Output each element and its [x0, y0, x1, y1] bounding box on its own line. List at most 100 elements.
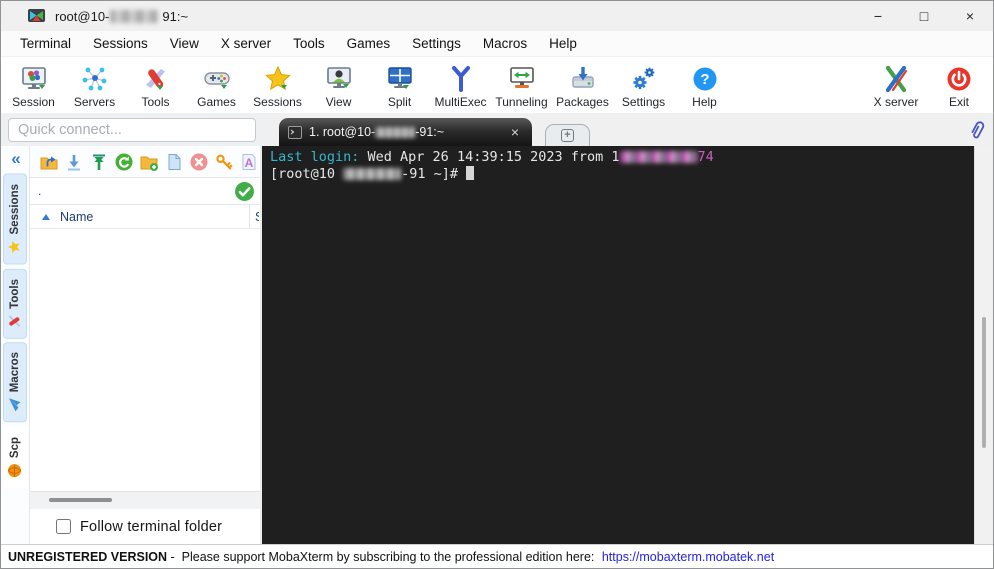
sidebar-tab-label: Tools: [9, 278, 21, 309]
scrollbar-thumb[interactable]: [49, 498, 112, 502]
follow-terminal-row: Follow terminal folder: [30, 508, 260, 544]
toolbar-label: Packages: [556, 95, 609, 109]
close-icon[interactable]: ×: [507, 123, 523, 141]
sidebar-tab-label: Scp: [9, 436, 21, 458]
collapse-sidebar-button[interactable]: «: [1, 146, 29, 172]
sidebar-tab-label: Macros: [9, 352, 21, 393]
tab-session-1[interactable]: 1. root@10- -91:~ ×: [279, 118, 532, 146]
toolbar-help-button[interactable]: ? Help: [674, 61, 735, 109]
status-bar: UNREGISTERED VERSION - Please support Mo…: [1, 544, 993, 568]
connect-tab-row: 1. root@10--91:~ × +: [1, 113, 993, 146]
menu-view[interactable]: View: [159, 31, 210, 57]
check-circle-icon[interactable]: [234, 181, 255, 202]
scrollbar-thumb[interactable]: [982, 317, 986, 449]
main-area: « Sessions Tools Macros Scp A . Name Fol…: [1, 146, 993, 544]
toolbar-label: Sessions: [253, 95, 302, 109]
column-size-header[interactable]: S: [249, 205, 259, 228]
maximize-button[interactable]: □: [901, 1, 947, 31]
paper-plane-icon: [8, 398, 23, 413]
mobaxterm-window: root@10- 91:~ − □ × Terminal Sessions Vie…: [0, 0, 994, 569]
follow-terminal-checkbox[interactable]: [56, 519, 71, 534]
terminal-line: Last login: Wed Apr 26 14:39:15 2023 fro…: [270, 149, 714, 165]
menu-x-server[interactable]: X server: [210, 31, 282, 57]
download-icon[interactable]: [62, 150, 85, 174]
minimize-button[interactable]: −: [855, 1, 901, 31]
new-tab-button[interactable]: +: [545, 124, 590, 146]
terminal-scrollbar[interactable]: [974, 146, 993, 544]
toolbar-label: MultiExec: [434, 95, 487, 109]
toolbar-split-button[interactable]: Split: [369, 61, 430, 109]
tunneling-icon: [507, 64, 537, 94]
sidebar-tab-macros[interactable]: Macros: [3, 342, 27, 423]
follow-terminal-label[interactable]: Follow terminal folder: [80, 519, 222, 535]
menu-sessions[interactable]: Sessions: [82, 31, 159, 57]
new-file-icon[interactable]: [162, 150, 185, 174]
games-icon: [202, 64, 232, 94]
sort-ascending-icon: [42, 213, 50, 220]
svg-text:A: A: [244, 156, 253, 170]
toolbar-multiexec-button[interactable]: MultiExec: [430, 61, 491, 109]
menu-tools[interactable]: Tools: [282, 31, 336, 57]
sidebar-tab-scp[interactable]: Scp: [3, 426, 27, 488]
sftp-column-header[interactable]: Name S: [30, 205, 260, 229]
toolbar-tunneling-button[interactable]: Tunneling: [491, 61, 552, 109]
upload-icon[interactable]: [87, 150, 110, 174]
tools-icon: [141, 64, 171, 94]
menu-macros[interactable]: Macros: [472, 31, 538, 57]
sftp-path-input[interactable]: [30, 178, 260, 204]
toolbar-view-button[interactable]: View: [308, 61, 369, 109]
toolbar-sessions-button[interactable]: Sessions: [247, 61, 308, 109]
toolbar-packages-button[interactable]: Packages: [552, 61, 613, 109]
column-name-header[interactable]: Name: [60, 210, 93, 224]
star-icon: [8, 240, 23, 255]
key-permissions-icon[interactable]: [212, 150, 235, 174]
redacted-tab-text: [375, 126, 416, 138]
tab-bar: 1. root@10- -91:~ × +: [263, 113, 993, 146]
sidebar-tab-sessions[interactable]: Sessions: [3, 174, 27, 265]
toolbar-xserver-button[interactable]: X server: [861, 61, 931, 109]
toolbar-label: Split: [387, 95, 412, 109]
redacted-title-text: [110, 9, 159, 23]
menu-terminal[interactable]: Terminal: [9, 31, 82, 57]
edit-font-icon[interactable]: A: [237, 150, 260, 174]
new-folder-icon[interactable]: [137, 150, 160, 174]
terminal-cursor: [466, 166, 475, 180]
help-icon: ?: [690, 64, 720, 94]
sftp-toolbar: A: [30, 146, 260, 178]
close-button[interactable]: ×: [947, 1, 993, 31]
terminal-line: [root@10 -91 ~]#: [270, 166, 974, 183]
menu-games[interactable]: Games: [336, 31, 402, 57]
mobatek-link[interactable]: https://mobaxterm.mobatek.net: [602, 550, 774, 564]
quick-connect-zone: [1, 113, 263, 146]
toolbar-tools-button[interactable]: Tools: [125, 61, 186, 109]
tab-title: 1. root@10- -91:~: [309, 125, 445, 139]
split-icon: [385, 64, 415, 94]
folder-up-icon[interactable]: [37, 150, 60, 174]
delete-icon[interactable]: [187, 150, 210, 174]
plus-icon: +: [561, 129, 574, 142]
sidebar-tab-tools[interactable]: Tools: [3, 268, 27, 339]
sessions-star-icon: [263, 64, 293, 94]
toolbar-settings-button[interactable]: Settings: [613, 61, 674, 109]
sftp-horizontal-scrollbar[interactable]: [30, 491, 260, 508]
refresh-icon[interactable]: [112, 150, 135, 174]
toolbar-servers-button[interactable]: Servers: [64, 61, 125, 109]
sftp-panel: A Name S Follow terminal folder: [29, 146, 262, 544]
terminal[interactable]: Last login: Wed Apr 26 14:39:15 2023 fro…: [262, 146, 974, 544]
paperclip-icon[interactable]: [967, 118, 987, 142]
menu-help[interactable]: Help: [538, 31, 588, 57]
redacted-ip: [619, 151, 698, 163]
toolbar-games-button[interactable]: Games: [186, 61, 247, 109]
menu-settings[interactable]: Settings: [401, 31, 472, 57]
main-toolbar: Session Servers Tools Games Sessions Vie…: [1, 57, 993, 113]
quick-connect-input[interactable]: [8, 117, 256, 142]
packages-icon: [568, 64, 598, 94]
mobaxterm-logo: [27, 8, 46, 24]
menu-bar: Terminal Sessions View X server Tools Ga…: [1, 31, 993, 57]
sftp-file-list[interactable]: [30, 229, 260, 491]
toolbar-exit-button[interactable]: Exit: [931, 61, 987, 109]
toolbar-session-button[interactable]: Session: [3, 61, 64, 109]
sftp-path-row: [30, 178, 260, 205]
status-text: - Please support MobaXterm by subscribin…: [167, 549, 598, 564]
title-bar: root@10- 91:~ − □ ×: [1, 1, 993, 31]
